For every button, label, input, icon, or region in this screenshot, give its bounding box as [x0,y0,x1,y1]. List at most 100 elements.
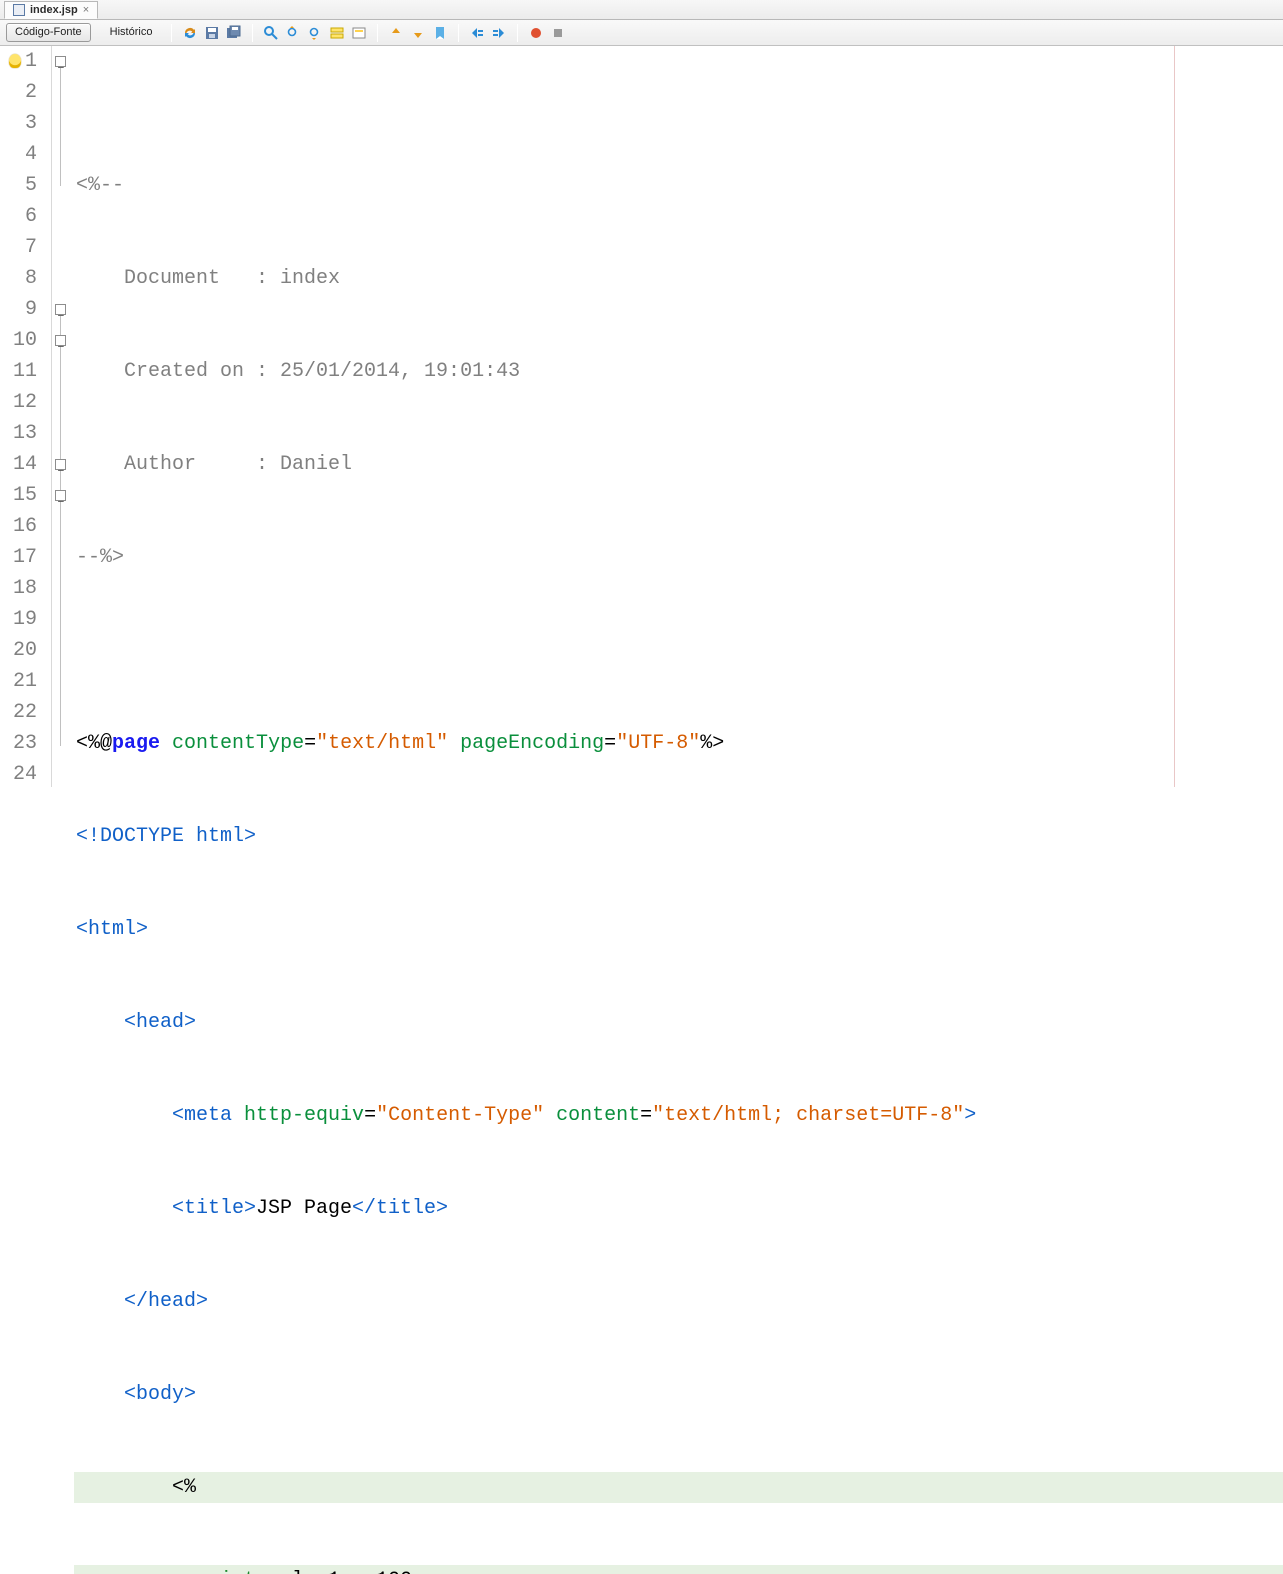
code-text: %> [700,732,724,755]
next-bookmark-icon[interactable] [410,25,426,41]
fold-toggle-icon[interactable] [55,490,66,501]
prev-bookmark-icon[interactable] [388,25,404,41]
code-text: = [640,1104,652,1127]
line-number[interactable]: 10 [0,325,51,356]
code-text: </title> [352,1197,448,1220]
highlight-icon[interactable] [329,25,345,41]
line-number[interactable]: 3 [0,108,51,139]
code-text: "Content-Type" [376,1104,544,1127]
fold-rail [60,316,61,746]
toggle-highlight-icon[interactable] [351,25,367,41]
code-text: int [220,1569,256,1574]
refresh-icon[interactable] [182,25,198,41]
line-number[interactable]: 12 [0,387,51,418]
save-all-icon[interactable] [226,25,242,41]
line-number[interactable]: 15 [0,480,51,511]
line-number[interactable]: 19 [0,604,51,635]
save-icon[interactable] [204,25,220,41]
toolbar-separator [252,24,253,42]
line-number[interactable]: 20 [0,635,51,666]
code-editor[interactable]: 1 2 3 4 5 6 7 8 9 10 11 12 13 14 15 16 1… [0,46,1283,787]
code-text [544,1104,556,1127]
toolbar-separator [517,24,518,42]
code-text: "text/html; charset=UTF-8" [652,1104,964,1127]
line-number[interactable]: 13 [0,418,51,449]
fold-toggle-icon[interactable] [55,56,66,67]
line-number[interactable]: 16 [0,511,51,542]
code-text [448,732,460,755]
toolbar-icon-group-3 [388,25,448,41]
code-text [160,732,172,755]
line-number[interactable]: 14 [0,449,51,480]
line-number[interactable]: 2 [0,77,51,108]
code-text: <%@ [76,732,112,755]
line-number[interactable]: 17 [0,542,51,573]
code-text: = [304,732,316,755]
code-text: Created on : 25/01/2014, 19:01:43 [76,360,520,383]
macro-record-icon[interactable] [528,25,544,41]
code-text: Author : Daniel [76,453,352,476]
toggle-bookmark-icon[interactable] [432,25,448,41]
fold-toggle-icon[interactable] [55,304,66,315]
code-text: "UTF-8" [616,732,700,755]
code-content[interactable]: <%-- Document : index Created on : 25/01… [74,46,1283,787]
line-number[interactable]: 9 [0,294,51,325]
line-number[interactable]: 18 [0,573,51,604]
line-number[interactable]: 7 [0,232,51,263]
fold-toggle-icon[interactable] [55,459,66,470]
jsp-file-icon [13,4,25,16]
toolbar-icon-group-5 [528,25,566,41]
line-number[interactable]: 5 [0,170,51,201]
line-number[interactable]: 21 [0,666,51,697]
code-text: <%-- [76,174,124,197]
close-tab-icon[interactable]: × [83,4,89,16]
line-number[interactable]: 8 [0,263,51,294]
code-text: <% [76,1476,196,1499]
code-text: page [112,732,160,755]
line-number[interactable]: 6 [0,201,51,232]
code-text: = [364,1104,376,1127]
toolbar-icon-group-2 [263,25,367,41]
code-text: pageEncoding [460,732,604,755]
find-prev-icon[interactable] [285,25,301,41]
code-text: <!DOCTYPE html> [76,825,256,848]
fold-column [52,46,74,787]
code-text: <body> [76,1383,196,1406]
code-text: valor1 = 100; [256,1569,424,1574]
code-text: = [604,732,616,755]
toolbar-separator [171,24,172,42]
history-view-button[interactable]: Histórico [101,23,162,42]
code-text: JSP Page [256,1197,352,1220]
code-text [76,1569,220,1574]
code-text: <head> [76,1011,196,1034]
print-margin-line [1174,46,1175,787]
shift-right-icon[interactable] [491,25,507,41]
line-number[interactable]: 22 [0,697,51,728]
fold-toggle-icon[interactable] [55,335,66,346]
line-number-gutter: 1 2 3 4 5 6 7 8 9 10 11 12 13 14 15 16 1… [0,46,52,787]
code-text: <html> [76,918,148,941]
toolbar-separator [377,24,378,42]
line-number[interactable]: 4 [0,139,51,170]
line-number[interactable]: 11 [0,356,51,387]
toolbar-separator [458,24,459,42]
shift-left-icon[interactable] [469,25,485,41]
find-icon[interactable] [263,25,279,41]
line-number[interactable]: 23 [0,728,51,759]
code-text: --%> [76,546,124,569]
code-text: http-equiv [244,1104,364,1127]
editor-toolbar: Código-Fonte Histórico [0,20,1283,46]
file-tab-index-jsp[interactable]: index.jsp × [4,1,98,19]
find-next-icon[interactable] [307,25,323,41]
code-text: contentType [172,732,304,755]
code-text: content [556,1104,640,1127]
macro-stop-icon[interactable] [550,25,566,41]
fold-rail [60,68,61,186]
code-text: > [964,1104,976,1127]
line-number[interactable]: 1 [0,46,51,77]
source-view-button[interactable]: Código-Fonte [6,23,91,42]
code-text: <meta [76,1104,244,1127]
code-text: Document : index [76,267,340,290]
toolbar-icon-group-1 [182,25,242,41]
line-number[interactable]: 24 [0,759,51,790]
